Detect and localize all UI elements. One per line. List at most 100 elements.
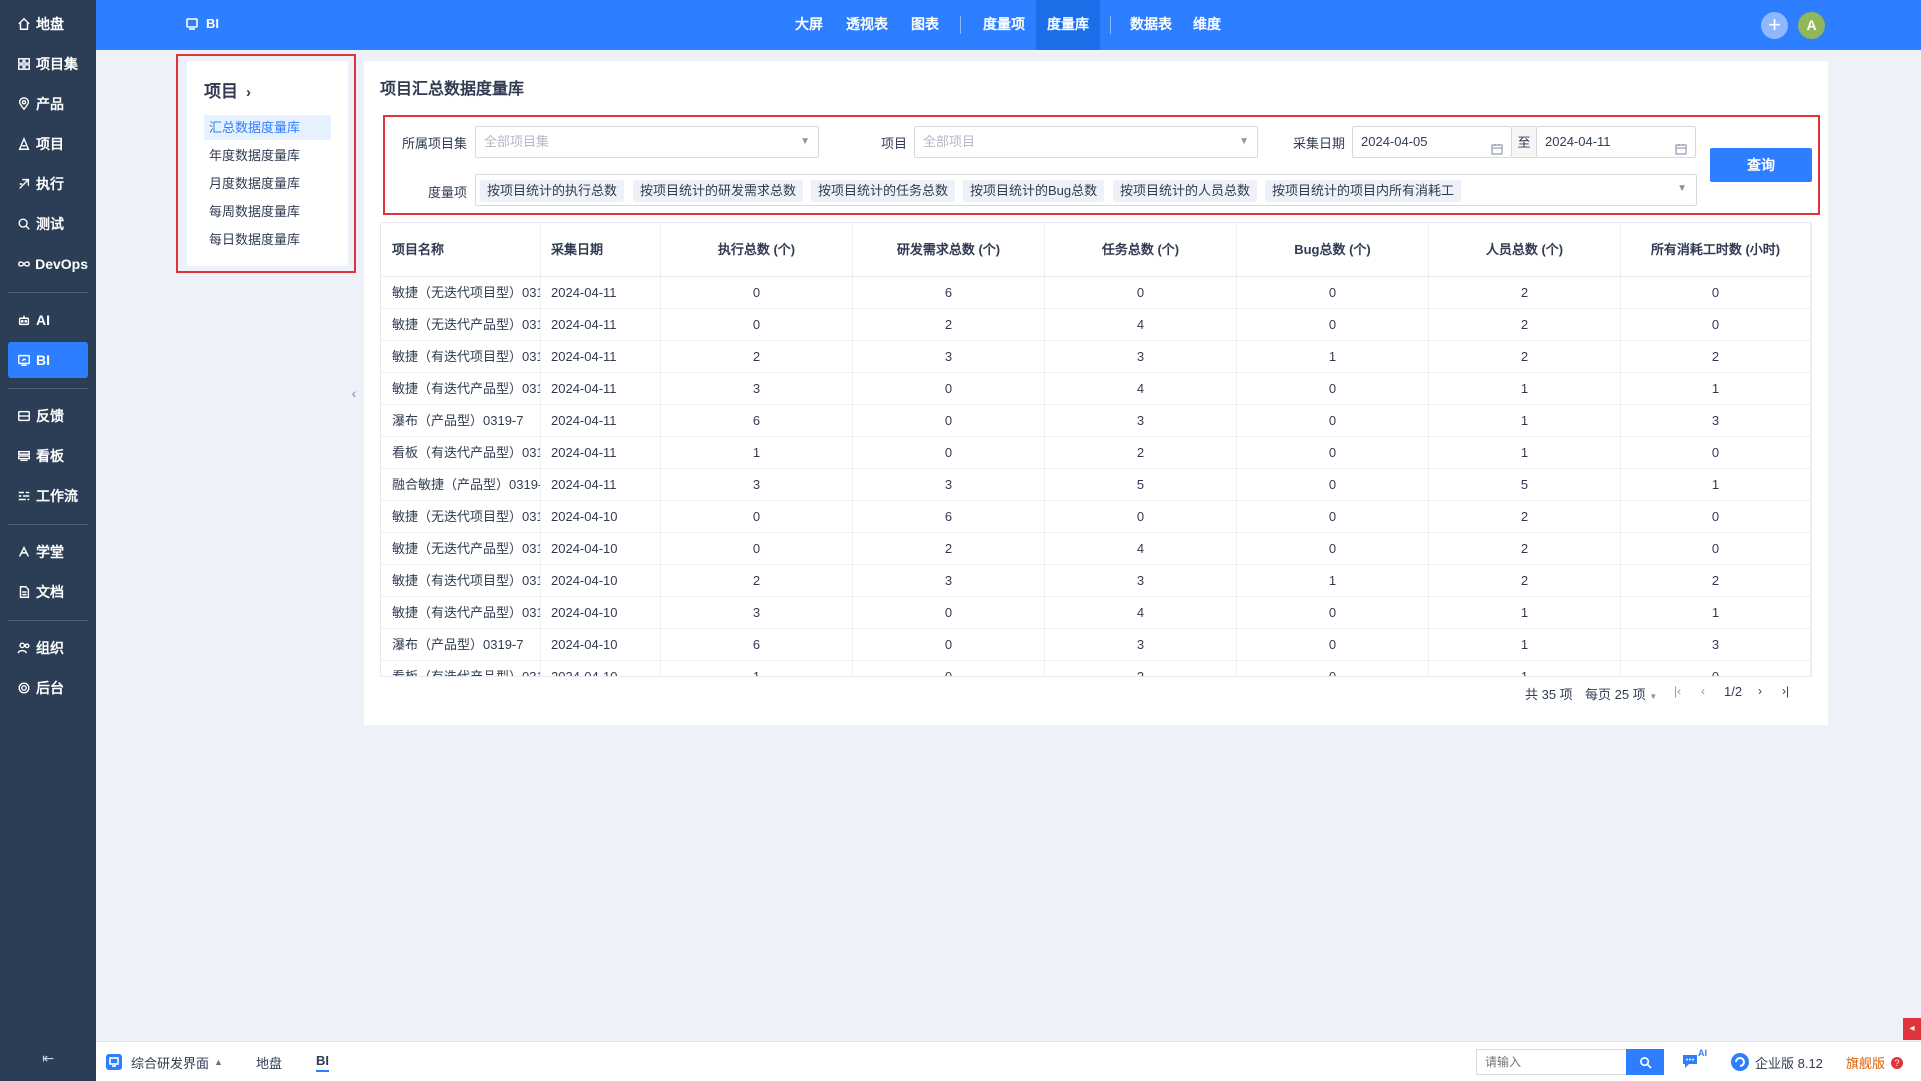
measure-tag[interactable]: 按项目统计的Bug总数	[963, 180, 1105, 202]
table-row[interactable]: 融合敏捷（产品型）0319-7 2024-04-11 3 3 5 0 5 1	[381, 469, 1811, 501]
sidebar-item-execution[interactable]: 执行	[8, 166, 88, 202]
notification-tab[interactable]: ◂	[1903, 1018, 1921, 1040]
sidebar-item-test[interactable]: 测试	[8, 206, 88, 242]
sidebar-item-kanban[interactable]: 看板	[8, 438, 88, 474]
nav-metrics[interactable]: 度量项	[972, 0, 1036, 50]
value-cell: 0	[1237, 533, 1429, 565]
pagination-page-size[interactable]: 每页 25 项 ▼	[1585, 684, 1657, 703]
project-name-cell: 敏捷（有迭代产品型）0319	[381, 597, 541, 629]
nav-dimensions[interactable]: 维度	[1184, 0, 1230, 50]
table-row[interactable]: 看板（有迭代产品型）0319 2024-04-10 1 0 2 0 1 0	[381, 661, 1811, 676]
program-select[interactable]: 全部项目集 ▼	[475, 126, 819, 158]
sidebar-item-label: 工作流	[36, 488, 78, 504]
value-cell: 6	[853, 501, 1045, 533]
category-title-label: 项目	[204, 82, 238, 101]
value-cell: 4	[1045, 373, 1237, 405]
nav-charts[interactable]: 图表	[902, 0, 948, 50]
flagship-edition-link[interactable]: 旗舰版 ?	[1846, 1053, 1904, 1072]
query-button[interactable]: 查询	[1710, 148, 1812, 182]
value-cell: 0	[853, 437, 1045, 469]
user-avatar[interactable]: A	[1798, 12, 1825, 39]
prev-page-button[interactable]: ‹	[1701, 684, 1705, 698]
column-header[interactable]: 采集日期	[541, 223, 661, 277]
table-row[interactable]: 敏捷（无迭代产品型）0319 2024-04-10 0 2 4 0 2 0	[381, 533, 1811, 565]
measure-tag[interactable]: 按项目统计的任务总数	[811, 180, 956, 202]
sidebar-item-devops[interactable]: DevOps	[8, 246, 88, 282]
sidebar-item-workflow[interactable]: 工作流	[8, 478, 88, 514]
taskbar-tab-dashboard[interactable]: 地盘	[256, 1053, 282, 1072]
sidebar-collapse-button[interactable]: ⇤	[38, 1050, 58, 1066]
measure-tag[interactable]: 按项目统计的人员总数	[1113, 180, 1258, 202]
table-row[interactable]: 敏捷（有迭代项目型）0319 2024-04-10 2 3 3 1 2 2	[381, 565, 1811, 597]
project-name-cell: 敏捷（有迭代项目型）0319	[381, 341, 541, 373]
category-item-monthly[interactable]: 月度数据度量库	[204, 171, 331, 196]
nav-data-tables[interactable]: 数据表	[1122, 0, 1180, 50]
global-search-input[interactable]	[1476, 1049, 1626, 1075]
sidebar-divider	[8, 388, 88, 389]
nav-pivot-table[interactable]: 透视表	[838, 0, 896, 50]
measure-tag[interactable]: 按项目统计的研发需求总数	[633, 180, 804, 202]
add-button[interactable]: +	[1761, 12, 1788, 39]
column-header[interactable]: 人员总数 (个)	[1429, 223, 1621, 277]
value-cell: 2	[1621, 341, 1811, 373]
page-title: 项目汇总数据度量库	[380, 81, 525, 98]
column-header[interactable]: 执行总数 (个)	[661, 223, 853, 277]
sidebar-item-org[interactable]: 组织	[8, 630, 88, 666]
date-from-input[interactable]: 2024-04-05	[1352, 126, 1512, 158]
date-cell: 2024-04-11	[541, 469, 661, 501]
table-row[interactable]: 敏捷（无迭代产品型）0319 2024-04-11 0 2 4 0 2 0	[381, 309, 1811, 341]
column-header[interactable]: 研发需求总数 (个)	[853, 223, 1045, 277]
sidebar-item-project[interactable]: 项目	[8, 126, 88, 162]
project-select[interactable]: 全部项目 ▼	[914, 126, 1258, 158]
date-cell: 2024-04-11	[541, 437, 661, 469]
nav-metric-library[interactable]: 度量库	[1036, 0, 1100, 50]
sidebar-item-school[interactable]: 学堂	[8, 534, 88, 570]
value-cell: 1	[1429, 373, 1621, 405]
measure-multiselect[interactable]: 按项目统计的执行总数 按项目统计的研发需求总数 按项目统计的任务总数 按项目统计…	[475, 174, 1697, 206]
workspace-switcher[interactable]: 综合研发界面 ▲	[106, 1051, 223, 1073]
category-item-daily[interactable]: 每日数据度量库	[204, 227, 331, 252]
category-title[interactable]: 项目 ›	[204, 77, 251, 102]
table-row[interactable]: 瀑布（产品型）0319-7 2024-04-11 6 0 3 0 1 3	[381, 405, 1811, 437]
column-header[interactable]: 任务总数 (个)	[1045, 223, 1237, 277]
category-item-yearly[interactable]: 年度数据度量库	[204, 143, 331, 168]
column-header[interactable]: 项目名称	[381, 223, 541, 277]
column-header[interactable]: Bug总数 (个)	[1237, 223, 1429, 277]
taskbar-tab-bi[interactable]: BI	[316, 1053, 329, 1072]
measure-tag[interactable]: 按项目统计的执行总数	[480, 180, 625, 202]
date-to-input[interactable]: 2024-04-11	[1536, 126, 1696, 158]
sidebar-item-dashboard[interactable]: 地盘	[8, 6, 88, 42]
ai-chat-button[interactable]: AI	[1681, 1048, 1707, 1072]
table-row[interactable]: 敏捷（无迭代项目型）0319 2024-04-11 0 6 0 0 2 0	[381, 277, 1811, 309]
value-cell: 0	[661, 501, 853, 533]
value-cell: 0	[1237, 661, 1429, 676]
nav-big-screen[interactable]: 大屏	[786, 0, 832, 50]
search-button[interactable]	[1626, 1049, 1664, 1075]
date-cell: 2024-04-10	[541, 501, 661, 533]
sidebar-item-admin[interactable]: 后台	[8, 670, 88, 706]
column-header[interactable]: 所有消耗工时数 (小时)	[1621, 223, 1811, 277]
category-item-weekly[interactable]: 每周数据度量库	[204, 199, 331, 224]
sidebar-item-product[interactable]: 产品	[8, 86, 88, 122]
value-cell: 0	[1237, 437, 1429, 469]
table-row[interactable]: 看板（有迭代产品型）0319 2024-04-11 1 0 2 0 1 0	[381, 437, 1811, 469]
infinity-icon	[16, 256, 31, 272]
sidebar-item-bi[interactable]: BI	[8, 342, 88, 378]
sidebar-item-program[interactable]: 项目集	[8, 46, 88, 82]
sidebar-item-docs[interactable]: 文档	[8, 574, 88, 610]
version-info[interactable]: 企业版 8.12	[1730, 1050, 1823, 1074]
category-item-summary[interactable]: 汇总数据度量库	[204, 115, 331, 140]
first-page-button[interactable]: |‹	[1674, 684, 1681, 698]
sidebar-item-feedback[interactable]: 反馈	[8, 398, 88, 434]
measure-tag[interactable]: 按项目统计的项目内所有消耗工	[1265, 180, 1462, 202]
panel-collapse-toggle[interactable]: ‹	[347, 380, 361, 406]
last-page-button[interactable]: ›|	[1782, 684, 1789, 698]
next-page-button[interactable]: ›	[1758, 684, 1762, 698]
value-cell: 6	[853, 277, 1045, 309]
table-row[interactable]: 瀑布（产品型）0319-7 2024-04-10 6 0 3 0 1 3	[381, 629, 1811, 661]
table-row[interactable]: 敏捷（有迭代项目型）0319 2024-04-11 2 3 3 1 2 2	[381, 341, 1811, 373]
sidebar-item-ai[interactable]: AI	[8, 302, 88, 338]
table-row[interactable]: 敏捷（无迭代项目型）0319 2024-04-10 0 6 0 0 2 0	[381, 501, 1811, 533]
table-row[interactable]: 敏捷（有迭代产品型）0319 2024-04-10 3 0 4 0 1 1	[381, 597, 1811, 629]
table-row[interactable]: 敏捷（有迭代产品型）0319 2024-04-11 3 0 4 0 1 1	[381, 373, 1811, 405]
